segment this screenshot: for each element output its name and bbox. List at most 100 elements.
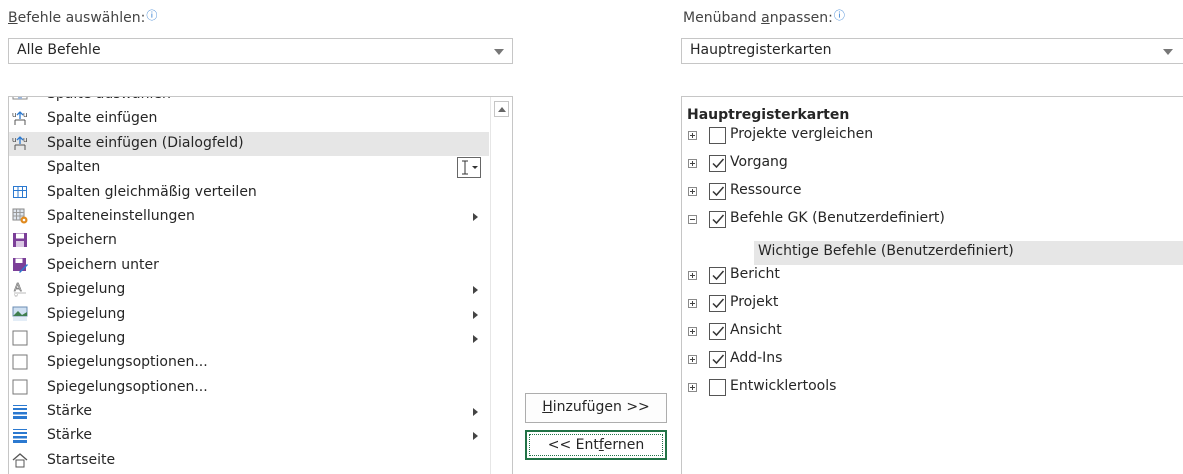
tab-checkbox[interactable] — [709, 127, 726, 144]
tab-label: Add-Ins — [730, 350, 783, 366]
tab-checkbox[interactable] — [709, 183, 726, 200]
command-item[interactable]: u u Spalte einfügen (Dialogfeld) — [9, 131, 489, 157]
tree-tab-item[interactable]: Vorgang — [682, 153, 1183, 175]
tab-checkbox[interactable] — [709, 323, 726, 340]
expand-icon[interactable] — [688, 355, 697, 364]
mirror-shape-icon — [12, 330, 28, 347]
line-weight-icon — [12, 427, 28, 444]
commands-list-items: Spalte auswählenuuSpalte einfügenuuSpalt… — [9, 97, 489, 473]
command-item[interactable]: Spiegelung — [9, 303, 489, 327]
command-label: Spiegelung — [47, 305, 126, 322]
text-cursor-dropdown-icon[interactable] — [457, 157, 481, 179]
checkmark-icon — [712, 270, 725, 281]
tree-tab-item[interactable]: Entwicklertools — [682, 377, 1183, 399]
checkmark-icon — [712, 298, 725, 309]
home-icon — [12, 452, 28, 469]
command-item[interactable]: Spalten — [9, 156, 489, 180]
collapse-icon[interactable] — [688, 215, 697, 224]
expand-icon[interactable] — [688, 383, 697, 392]
command-item[interactable]: A A Spiegelung — [9, 278, 489, 302]
tab-label: Ressource — [730, 182, 802, 198]
tree-tab-item[interactable]: Projekte vergleichen — [682, 125, 1183, 147]
submenu-arrow-icon — [473, 310, 478, 319]
save-as-icon — [12, 257, 28, 274]
expand-icon[interactable] — [688, 327, 697, 336]
add-button[interactable]: Hinzufügen >> — [525, 393, 667, 423]
svg-text:u: u — [23, 136, 27, 144]
column-settings-icon — [12, 208, 28, 225]
tree-tab-item[interactable]: Ansicht — [682, 321, 1183, 343]
tab-label: Befehle GK (Benutzerdefiniert) — [730, 210, 945, 226]
command-item[interactable]: Spalten gleichmäßig verteilen — [9, 181, 489, 205]
expand-icon[interactable] — [688, 299, 697, 308]
tab-checkbox[interactable] — [709, 295, 726, 312]
command-item[interactable]: Spiegelungsoptionen... — [9, 376, 489, 400]
command-item[interactable]: Speichern unter — [9, 254, 489, 278]
submenu-arrow-icon — [473, 286, 478, 295]
submenu-arrow-icon — [473, 432, 478, 441]
tree-tab-item[interactable]: Projekt — [682, 293, 1183, 315]
command-label: Spiegelung — [47, 329, 126, 346]
commands-scrollbar[interactable] — [490, 97, 512, 474]
tab-label: Projekte vergleichen — [730, 126, 874, 142]
distribute-columns-icon — [12, 184, 28, 201]
tab-checkbox[interactable] — [709, 211, 726, 228]
tree-tab-item[interactable]: Befehle GK (Benutzerdefiniert) — [682, 209, 1183, 231]
expand-icon[interactable] — [688, 187, 697, 196]
tab-label: Vorgang — [730, 154, 788, 170]
command-item[interactable]: Stärke — [9, 424, 489, 448]
command-item[interactable]: Startseite — [9, 449, 489, 473]
command-label: Speichern unter — [47, 256, 159, 273]
tab-checkbox[interactable] — [709, 155, 726, 172]
tab-checkbox[interactable] — [709, 379, 726, 396]
svg-text:u: u — [12, 111, 16, 119]
insert-column-dialog-icon: uu — [12, 135, 28, 152]
column-select-icon — [12, 97, 28, 103]
chevron-down-icon — [1163, 49, 1173, 55]
save-icon — [12, 232, 28, 249]
command-item[interactable]: Spiegelungsoptionen... — [9, 351, 489, 375]
tab-checkbox[interactable] — [709, 351, 726, 368]
tab-label: Bericht — [730, 266, 780, 282]
ribbon-tree[interactable]: Hauptregisterkarten Projekte vergleichen… — [681, 96, 1183, 474]
command-item[interactable]: Spiegelung — [9, 327, 489, 351]
tab-label: Ansicht — [730, 322, 782, 338]
tab-label: Entwicklertools — [730, 378, 837, 394]
expand-icon[interactable] — [688, 159, 697, 168]
ribbon-dropdown-value: Hauptregisterkarten — [690, 42, 832, 58]
tree-tab-item[interactable]: Ressource — [682, 181, 1183, 203]
command-item[interactable]: Spalte auswählen — [9, 97, 489, 107]
command-label: Spiegelungsoptionen... — [47, 354, 208, 371]
command-item[interactable]: Spalteneinstellungen — [9, 205, 489, 229]
ribbon-dropdown[interactable]: Hauptregisterkarten — [681, 38, 1183, 64]
command-label: Startseite — [47, 451, 116, 468]
tree-tab-item[interactable]: Add-Ins — [682, 349, 1183, 371]
group-label: Wichtige Befehle (Benutzerdefiniert) — [758, 243, 1014, 259]
remove-button[interactable]: << Entfernen — [525, 430, 667, 460]
command-label: Spalteneinstellungen — [47, 207, 195, 224]
commands-list[interactable]: Spalte auswählenuuSpalte einfügenuuSpalt… — [8, 96, 513, 474]
mirror-text-icon: AA — [12, 281, 28, 299]
info-icon[interactable]: ⓘ — [834, 9, 845, 22]
tree-group-item[interactable]: Wichtige Befehle (Benutzerdefiniert) — [754, 241, 1183, 265]
command-label: Spalte einfügen (Dialogfeld) — [47, 134, 244, 151]
tree-tab-item[interactable]: Bericht — [682, 265, 1183, 287]
mirror-picture-icon — [12, 306, 28, 323]
expand-icon[interactable] — [688, 131, 697, 140]
expand-icon[interactable] — [688, 271, 697, 280]
commands-dropdown[interactable]: Alle Befehle — [8, 38, 513, 64]
command-item[interactable]: u u Spalte einfügen — [9, 107, 489, 131]
info-icon[interactable]: ⓘ — [146, 9, 157, 22]
commands-dropdown-value: Alle Befehle — [17, 42, 101, 58]
command-label: Stärke — [47, 403, 92, 420]
mirror-options-icon — [12, 379, 28, 396]
scroll-up-icon[interactable] — [494, 101, 509, 117]
insert-column-icon: uu — [12, 110, 28, 127]
command-item[interactable]: Stärke — [9, 400, 489, 424]
checkmark-icon — [712, 214, 725, 225]
command-item[interactable]: Speichern — [9, 229, 489, 253]
tab-checkbox[interactable] — [709, 267, 726, 284]
command-label: Spiegelung — [47, 281, 126, 298]
command-label: Spalte einfügen — [47, 110, 158, 127]
checkmark-icon — [712, 186, 725, 197]
